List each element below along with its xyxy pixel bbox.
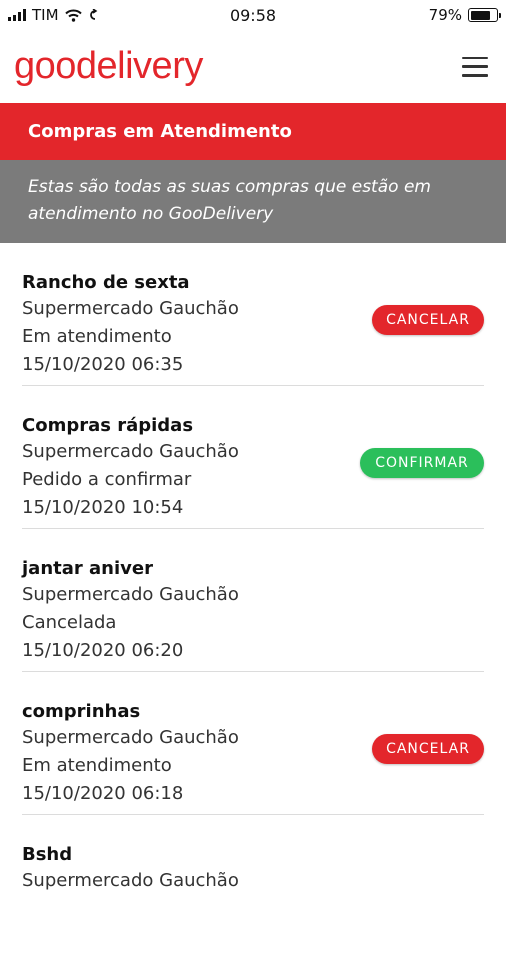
page-description: Estas são todas as suas compras que estã…: [0, 160, 506, 243]
order-item[interactable]: Compras rápidas Supermercado Gauchão Ped…: [22, 386, 484, 529]
order-name: jantar aniver: [22, 558, 153, 579]
order-list: Rancho de sexta Supermercado Gauchão Em …: [0, 243, 506, 958]
order-item[interactable]: jantar aniver Supermercado Gauchão Cance…: [22, 529, 484, 672]
hamburger-menu-icon[interactable]: [462, 56, 488, 77]
status-bar: TIM 09:58 79%: [0, 0, 506, 30]
order-item[interactable]: Bshd Supermercado Gauchão: [22, 815, 484, 958]
status-time: 09:58: [229, 5, 277, 25]
cancel-button[interactable]: CANCELAR: [372, 734, 484, 764]
battery-fill: [470, 10, 491, 20]
order-store: Supermercado Gauchão: [22, 584, 239, 605]
order-name: Rancho de sexta: [22, 272, 190, 293]
order-item[interactable]: comprinhas Supermercado Gauchão Em atend…: [22, 672, 484, 815]
order-name: comprinhas: [22, 701, 141, 722]
order-status: Cancelada: [22, 612, 117, 633]
page-title: Compras em Atendimento: [0, 103, 506, 160]
order-store: Supermercado Gauchão: [22, 870, 239, 891]
order-date: 15/10/2020 06:18: [22, 783, 184, 804]
order-name: Compras rápidas: [22, 415, 194, 436]
cancel-button[interactable]: CANCELAR: [372, 305, 484, 335]
goodelivery-logo: goodelivery: [14, 45, 203, 87]
order-date: 15/10/2020 10:54: [22, 497, 184, 518]
order-date: 15/10/2020 06:20: [22, 640, 184, 661]
confirm-button[interactable]: CONFIRMAR: [360, 448, 484, 478]
order-item[interactable]: Rancho de sexta Supermercado Gauchão Em …: [22, 243, 484, 386]
order-name: Bshd: [22, 844, 73, 865]
battery-icon: [468, 8, 501, 22]
order-date: 15/10/2020 06:35: [22, 354, 184, 375]
app-header: goodelivery: [0, 30, 506, 103]
